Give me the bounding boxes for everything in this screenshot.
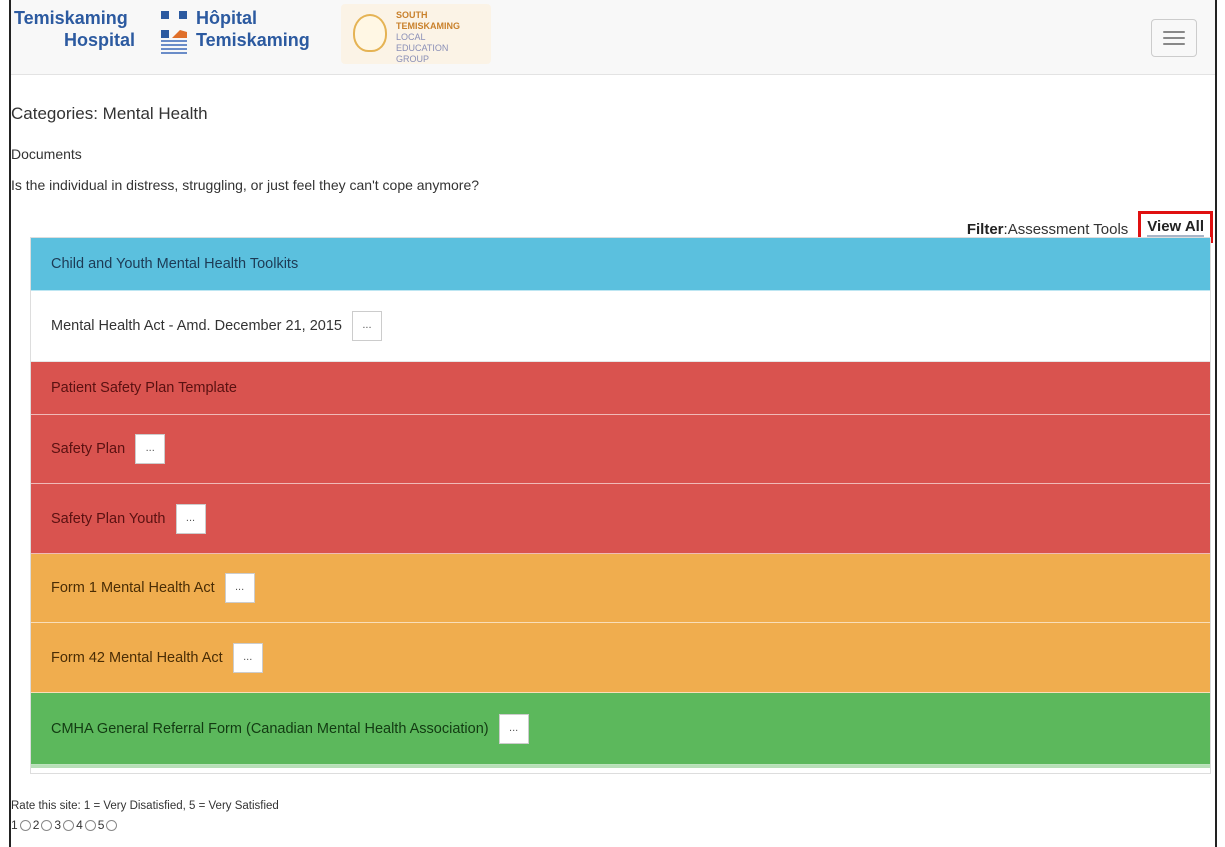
education-group-logo[interactable]: SOUTH TEMISKAMING LOCAL EDUCATION GROUP: [341, 4, 491, 64]
list-item[interactable]: Form 42 Mental Health Act ...: [31, 623, 1210, 693]
rating-options: 1 2 3 4 5: [11, 818, 119, 832]
list-item-label: Patient Safety Plan Template: [51, 380, 237, 396]
education-group-text: SOUTH TEMISKAMING LOCAL EDUCATION GROUP: [396, 10, 491, 65]
list-item[interactable]: Safety Plan Youth ...: [31, 484, 1210, 554]
leg-top: SOUTH TEMISKAMING: [396, 10, 460, 31]
rating-prompt: Rate this site: 1 = Very Disatisfied, 5 …: [11, 800, 279, 812]
rating-option-5[interactable]: 5: [98, 818, 118, 832]
list-item-label: Safety Plan Youth: [51, 510, 166, 527]
section-heading: Documents: [11, 146, 82, 162]
hamburger-icon: [1163, 31, 1185, 33]
more-button[interactable]: ...: [351, 311, 382, 341]
list-item-label: Form 1 Mental Health Act: [51, 580, 215, 596]
site-header: Temiskaming Hospital Hôpital Temiskaming…: [11, 0, 1215, 75]
list-item-label: CMHA General Referral Form (Canadian Men…: [51, 720, 489, 737]
leg-line2: EDUCATION: [396, 43, 449, 53]
list-item-label: Safety Plan: [51, 441, 126, 457]
logo-en-line2: Hospital: [64, 30, 136, 50]
page-description: Is the individual in distress, strugglin…: [11, 177, 480, 193]
menu-toggle-button[interactable]: [1151, 19, 1197, 57]
list-item-label: Mental Health Act - Amd. December 21, 20…: [51, 318, 342, 334]
radio-button[interactable]: [41, 819, 53, 831]
list-item[interactable]: CMHA General Referral Form (Canadian Men…: [31, 693, 1210, 765]
list-item-label: Form 42 Mental Health Act: [51, 649, 223, 666]
hospital-logo-french[interactable]: Hôpital Temiskaming: [196, 7, 310, 51]
leg-line3: GROUP: [396, 54, 430, 64]
radio-button[interactable]: [84, 819, 96, 831]
rating-option-2[interactable]: 2: [33, 818, 53, 832]
list-item[interactable]: Safety Plan ...: [31, 415, 1210, 484]
rating-option-1[interactable]: 1: [11, 818, 31, 832]
more-button[interactable]: ...: [232, 642, 263, 673]
filter-label: Filter: [966, 220, 1004, 238]
more-button[interactable]: ...: [498, 713, 529, 744]
page-title: Categories: Mental Health: [11, 104, 208, 123]
radio-button[interactable]: [63, 819, 75, 831]
logo-en-line1: Temiskaming: [14, 8, 128, 28]
rating-option-4[interactable]: 4: [76, 818, 96, 832]
rating-option-3[interactable]: 3: [54, 818, 75, 832]
more-button[interactable]: ...: [135, 434, 166, 464]
logo-fr-line1: Hôpital: [196, 8, 257, 28]
logo-fr-line2: Temiskaming: [196, 30, 310, 50]
leg-line1: LOCAL: [396, 32, 426, 42]
list-item[interactable]: Patient Safety Plan Template: [31, 362, 1210, 415]
hospital-logo-english[interactable]: Temiskaming Hospital: [14, 7, 135, 51]
more-button[interactable]: ...: [175, 503, 206, 534]
list-item[interactable]: Mental Health Act - Amd. December 21, 20…: [31, 291, 1210, 362]
more-button[interactable]: ...: [224, 573, 255, 603]
hospital-logo-icon: [161, 11, 187, 54]
list-footer: [31, 765, 1210, 773]
radio-button[interactable]: [106, 819, 118, 831]
list-item-label: Child and Youth Mental Health Toolkits: [51, 256, 299, 272]
radio-button[interactable]: [19, 819, 31, 831]
list-item[interactable]: Child and Youth Mental Health Toolkits: [31, 238, 1210, 291]
list-item[interactable]: Form 1 Mental Health Act ...: [31, 554, 1210, 623]
view-all-link[interactable]: View All: [1147, 218, 1204, 237]
filter-assessment-tools-link[interactable]: Assessment Tools: [1008, 221, 1129, 238]
document-list: Child and Youth Mental Health Toolkits M…: [30, 237, 1211, 774]
apple-icon: [353, 14, 387, 52]
